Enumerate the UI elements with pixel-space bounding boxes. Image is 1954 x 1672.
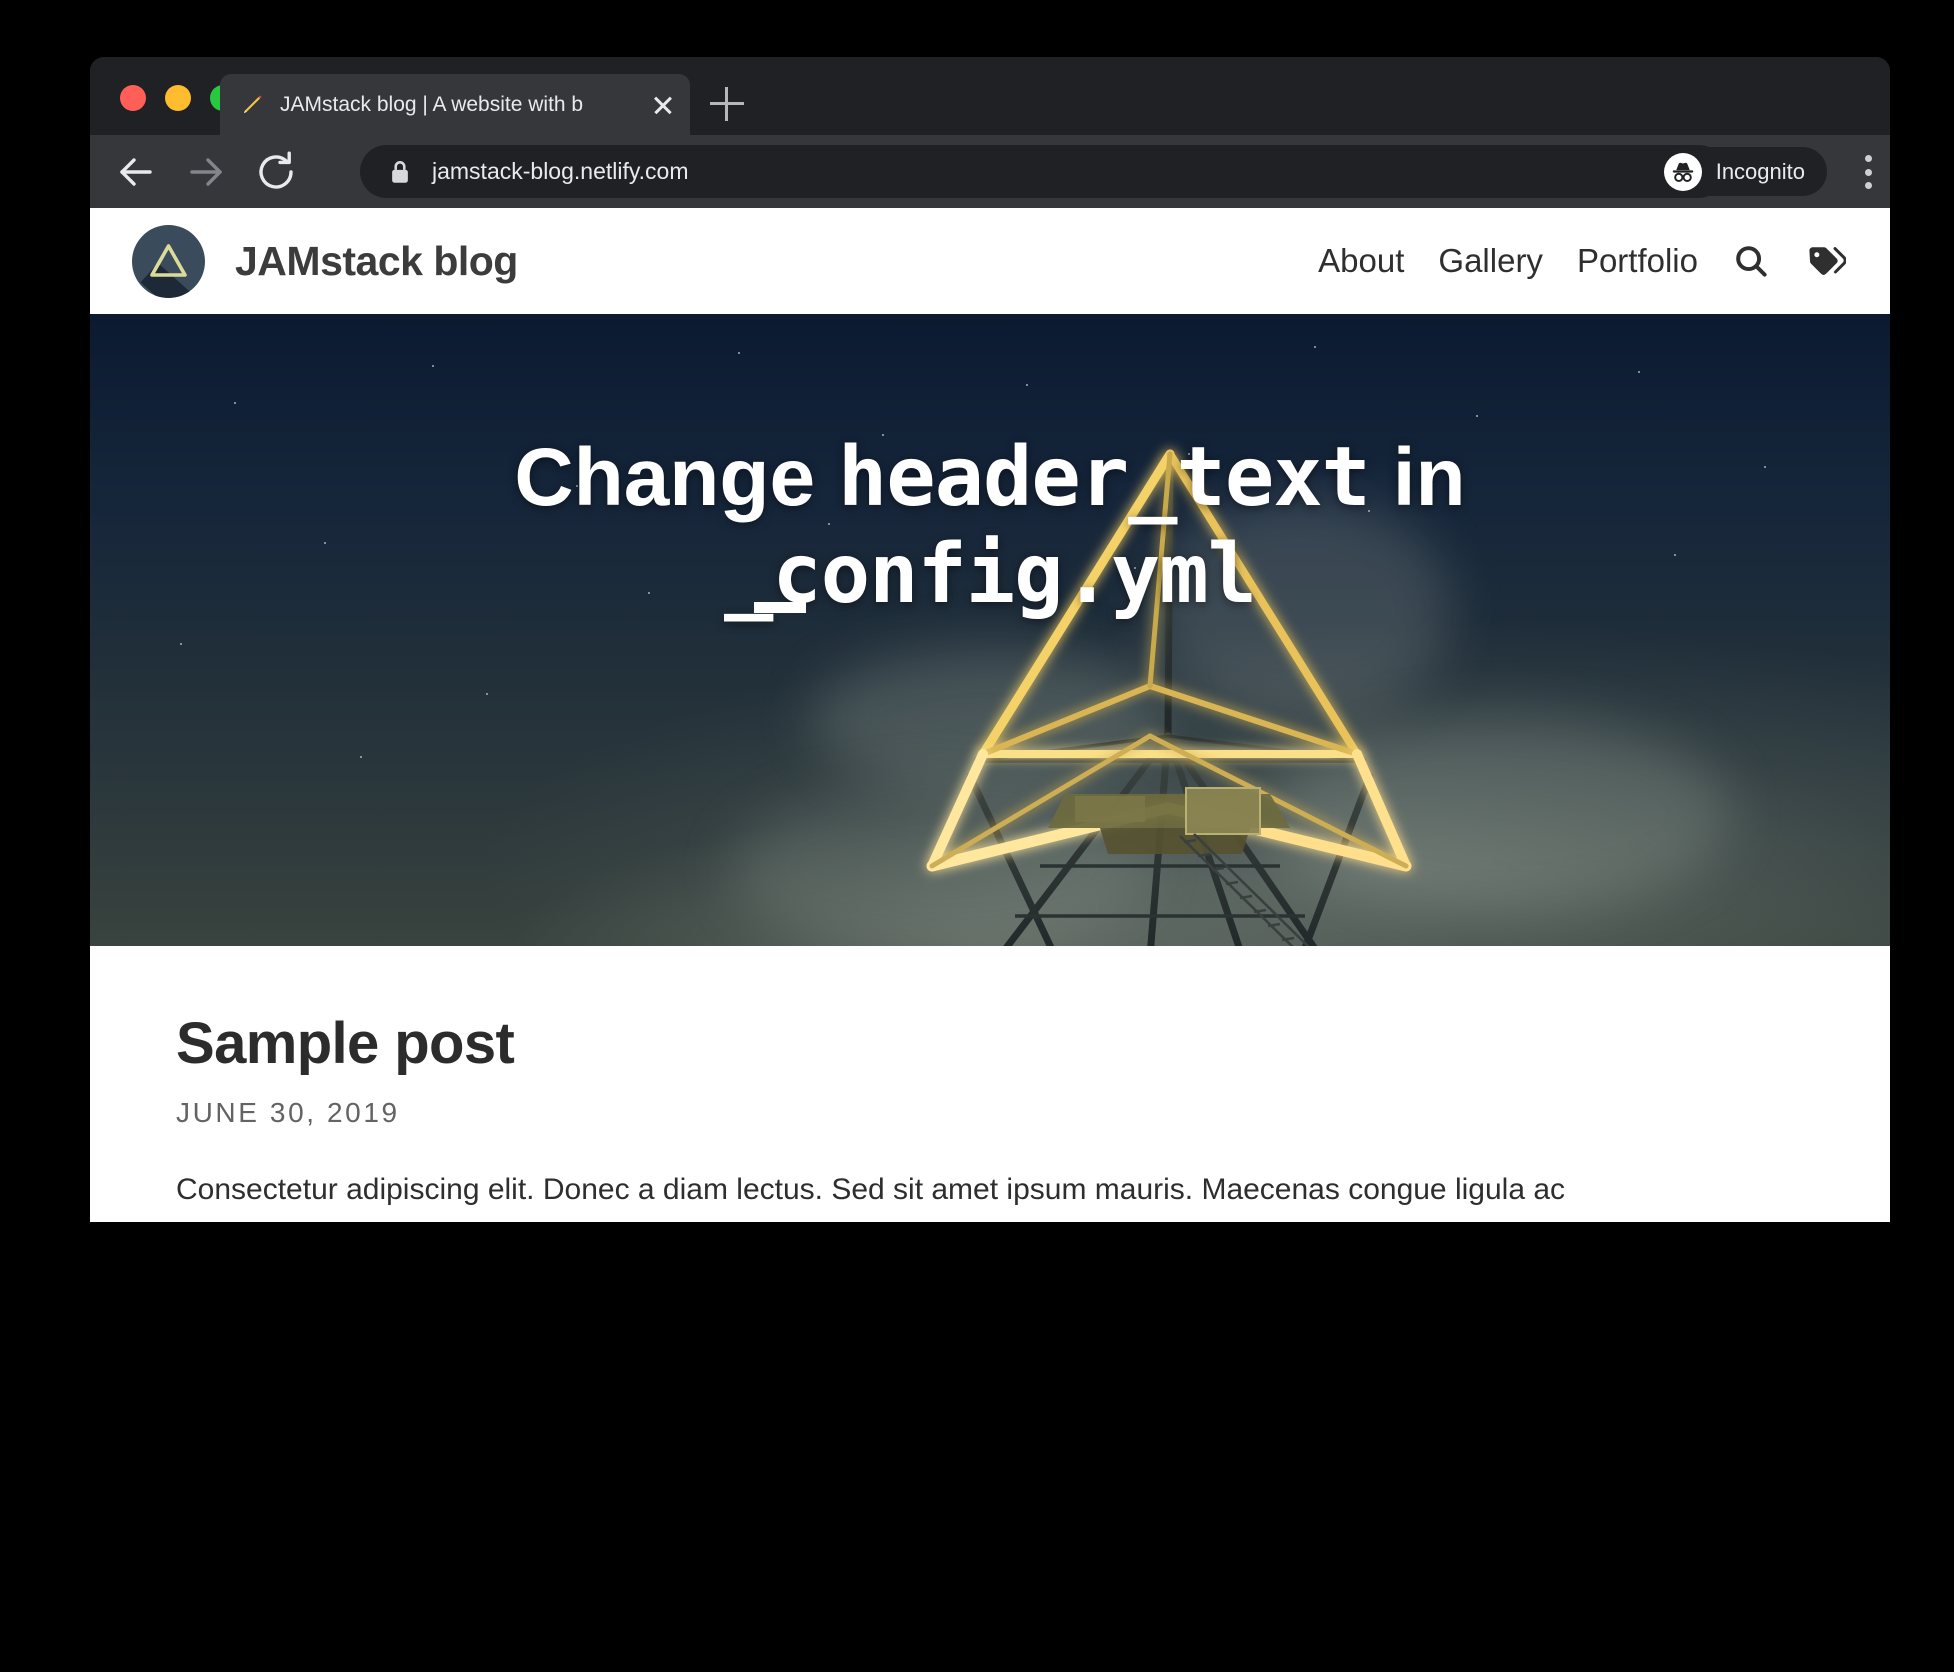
url-text: jamstack-blog.netlify.com (432, 158, 689, 184)
window-controls (120, 85, 236, 111)
cursor-underscore-icon (754, 601, 806, 613)
close-window-button[interactable] (120, 85, 146, 111)
hero-banner: Change header_text in _config.yml (90, 314, 1890, 946)
close-icon[interactable] (650, 92, 676, 118)
tab-title: JAMstack blog | A website with b (280, 92, 584, 116)
back-arrow-icon[interactable] (112, 148, 160, 196)
plus-icon[interactable] (710, 87, 744, 121)
address-bar[interactable]: jamstack-blog.netlify.com (360, 145, 1725, 198)
post-body: Consectetur adipiscing elit. Donec a dia… (176, 1173, 1566, 1222)
site-brand[interactable]: JAMstack blog (132, 224, 518, 298)
pencil-icon (240, 93, 264, 117)
hero-line1-prefix: Change (514, 432, 838, 523)
site-nav: About Gallery Portfolio (1318, 241, 1846, 281)
incognito-label: Incognito (1715, 158, 1805, 184)
nav-item-portfolio[interactable]: Portfolio (1577, 242, 1698, 280)
site-header: JAMstack blog About Gallery Portfolio (90, 208, 1890, 314)
lock-icon (390, 159, 410, 185)
search-icon[interactable] (1732, 241, 1772, 281)
browser-toolbar: jamstack-blog.netlify.com Incognito (90, 135, 1890, 208)
browser-window: JAMstack blog | A website with b jamstac… (90, 57, 1890, 1222)
reload-icon[interactable] (252, 148, 300, 196)
nav-item-gallery[interactable]: Gallery (1438, 242, 1543, 280)
tab-strip: JAMstack blog | A website with b (90, 57, 1890, 135)
hero-line1-suffix: in (1369, 432, 1466, 523)
hero-heading: Change header_text in _config.yml (90, 430, 1890, 622)
nav-item-about[interactable]: About (1318, 242, 1404, 280)
tags-icon[interactable] (1806, 241, 1846, 281)
browser-tab[interactable]: JAMstack blog | A website with b (220, 74, 690, 135)
incognito-icon (1663, 152, 1702, 191)
forward-arrow-icon[interactable] (182, 148, 230, 196)
minimize-window-button[interactable] (165, 85, 191, 111)
triangle-logo-icon (132, 224, 205, 298)
hero-line1-code: header_text (837, 430, 1371, 525)
page-viewport: JAMstack blog About Gallery Portfolio Ch… (90, 208, 1890, 1222)
incognito-badge[interactable]: Incognito (1657, 147, 1827, 196)
post-article: Sample post JUNE 30, 2019 Consectetur ad… (90, 946, 1890, 1222)
kebab-menu-icon[interactable] (1864, 155, 1872, 189)
post-date: JUNE 30, 2019 (176, 1097, 400, 1128)
site-title: JAMstack blog (235, 237, 518, 284)
post-title: Sample post (176, 1011, 515, 1076)
